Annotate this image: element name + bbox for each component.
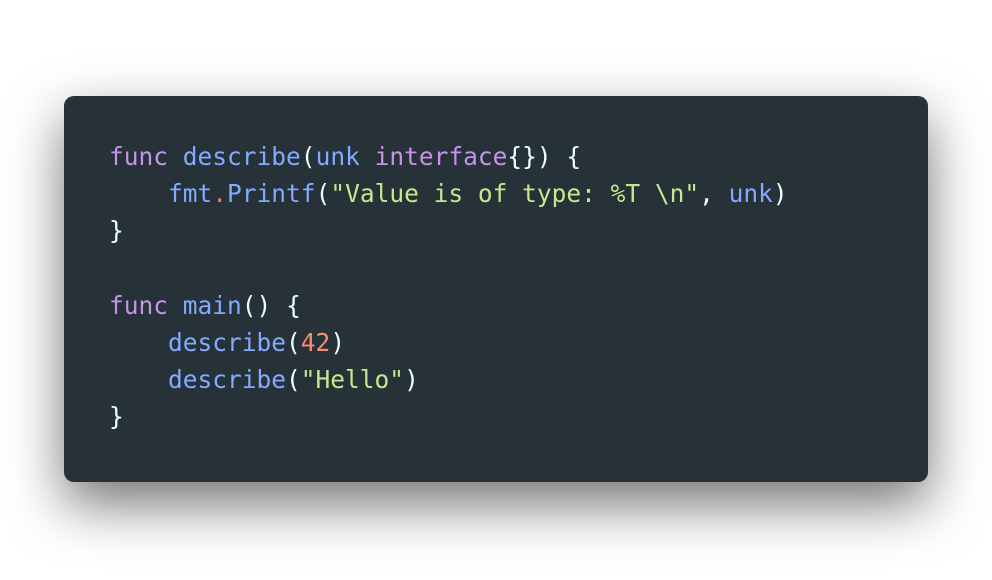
code-token-function: describe xyxy=(182,142,301,171)
code-token-function: main xyxy=(182,290,242,320)
code-token-keyword: func xyxy=(109,290,169,320)
code-token-punct: ( xyxy=(315,179,331,209)
code-token-punct: , xyxy=(699,179,729,209)
code-token-ident: unk xyxy=(728,179,773,209)
code-line: } xyxy=(109,212,928,249)
code-token-punct: {} xyxy=(507,142,537,171)
code-token-punct: () xyxy=(241,290,272,320)
code-block: func describe(unk interface{}) { fmt.Pri… xyxy=(109,138,928,436)
code-token-type: interface xyxy=(374,142,508,171)
code-token-ident: fmt xyxy=(168,179,213,209)
code-token-function: describe xyxy=(168,365,287,395)
code-token-string: "Value is of type: %T \n" xyxy=(330,179,700,209)
code-token-function: Printf xyxy=(227,179,316,209)
code-line: describe(42) xyxy=(109,324,928,361)
code-token-number: 42 xyxy=(300,327,331,357)
code-token-string: "Hello" xyxy=(300,365,405,395)
code-token-punct: ) xyxy=(330,327,346,357)
code-token-punct: { xyxy=(551,142,582,171)
code-token-punct: } xyxy=(109,216,124,246)
code-token-function: describe xyxy=(168,327,287,357)
code-line: func main() { xyxy=(109,287,928,324)
code-token-punct: ) xyxy=(772,179,788,209)
code-token-punct: ( xyxy=(286,327,301,357)
code-snippet-card: func describe(unk interface{}) { fmt.Pri… xyxy=(64,96,928,482)
code-token-punct: ) xyxy=(536,142,552,171)
code-line: describe("Hello") xyxy=(109,361,928,398)
code-line: func describe(unk interface{}) { xyxy=(109,138,928,175)
code-token-punct: } xyxy=(109,402,124,432)
code-token-punct: ) xyxy=(404,365,419,395)
code-token-param: unk xyxy=(315,142,360,171)
code-token-punct: ( xyxy=(286,365,301,395)
code-token-keyword: func xyxy=(109,142,169,171)
code-token-punct: ( xyxy=(300,142,316,171)
code-token-operator: . xyxy=(212,179,228,209)
code-line: } xyxy=(109,398,928,435)
code-line: fmt.Printf("Value is of type: %T \n", un… xyxy=(109,175,928,212)
code-token-punct: { xyxy=(271,290,301,320)
